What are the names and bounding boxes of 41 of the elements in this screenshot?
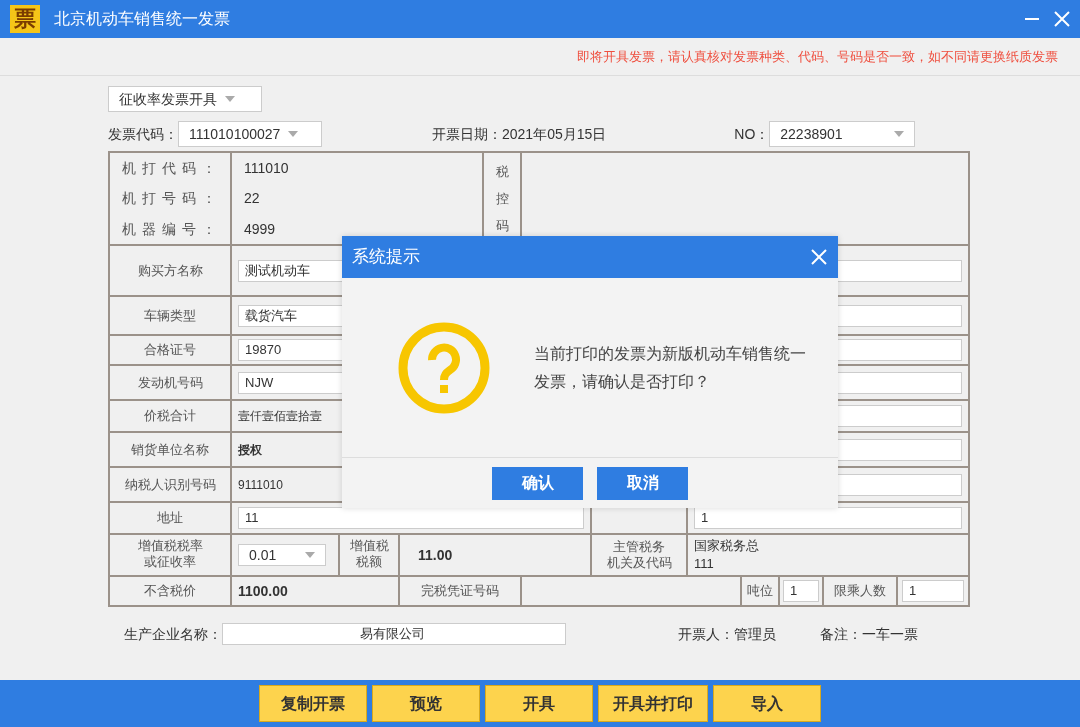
issue-date: 开票日期：2021年05月15日 — [432, 124, 607, 144]
dialog-title: 系统提示 — [352, 246, 420, 269]
field-value: 1100.00 — [238, 582, 288, 599]
producer-label: 生产企业名称： — [124, 624, 222, 644]
field-label: 纳税人识别号码 — [124, 476, 216, 492]
field-value: 4999 — [244, 220, 276, 237]
field-label: 增值税税率或征收率 — [137, 538, 203, 570]
field-label: 机打代码： — [122, 159, 222, 176]
field-label: 销货单位名称 — [131, 441, 209, 457]
field-value: 壹仟壹佰壹拾壹 — [238, 409, 322, 423]
field-label: 发动机号码 — [137, 374, 203, 390]
field-value: 22 — [244, 190, 260, 206]
field-label: 限乘人数 — [834, 583, 886, 599]
issuer-text: 开票人：管理员 — [678, 624, 776, 644]
field-label: 完税凭证号码 — [421, 583, 499, 599]
remark-text: 备注：一车一票 — [820, 624, 918, 644]
window-title: 北京机动车销售统一发票 — [54, 9, 231, 29]
field-label: 合格证号 — [144, 342, 196, 358]
field-label: 吨位 — [747, 583, 773, 599]
field-label: 机打号码： — [122, 190, 222, 206]
field-label: 增值税税额 — [349, 538, 389, 570]
field-label: 主管税务 — [613, 539, 665, 555]
field-label: 购买方名称 — [137, 262, 203, 278]
field-value: 国家税务总 — [694, 537, 759, 553]
field-value: 9111010 — [238, 477, 283, 492]
field-value: 11.00 — [418, 546, 453, 563]
field-value: 111010 — [244, 159, 289, 176]
field-label: 车辆类型 — [144, 307, 196, 323]
code-label: 发票代码： — [108, 124, 178, 144]
field-label: 价税合计 — [144, 408, 196, 424]
number-label: NO： — [734, 124, 770, 144]
field-label: 机器编号： — [122, 220, 222, 237]
field-value: 111 — [694, 556, 714, 571]
dialog-message: 当前打印的发票为新版机动车销售统一发票，请确认是否打印？ — [534, 344, 807, 392]
notice-text: 即将开具发票，请认真核对发票种类、代码、号码是否一致，如不同请更换纸质发票 — [577, 47, 1058, 66]
field-label: 地址 — [157, 510, 183, 526]
app-logo: 票 — [10, 5, 40, 33]
field-label: 税控码 — [495, 162, 509, 236]
field-value: 授权 — [238, 442, 262, 457]
field-label: 不含税价 — [144, 583, 196, 599]
field-label: 机关及代码 — [606, 555, 672, 570]
